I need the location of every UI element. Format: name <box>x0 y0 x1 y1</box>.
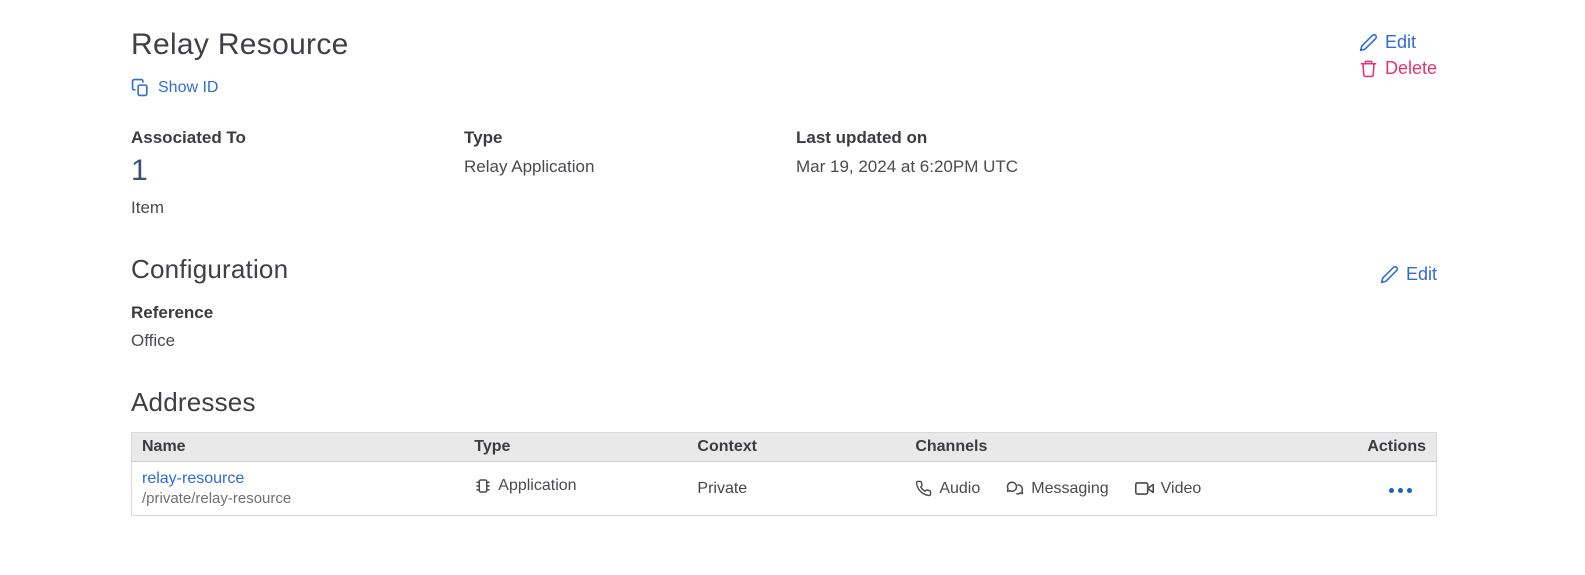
addresses-heading: Addresses <box>131 387 1437 418</box>
column-header-type: Type <box>464 433 687 462</box>
field-label: Type <box>464 128 796 148</box>
addresses-section: Addresses Name Type Context Channels Act… <box>131 387 1437 516</box>
context-cell: Private <box>687 462 905 516</box>
channel-audio: Audio <box>915 480 980 498</box>
addresses-table: Name Type Context Channels Actions relay… <box>131 432 1437 516</box>
reference-label: Reference <box>131 303 1437 323</box>
associated-unit: Item <box>131 198 464 218</box>
edit-configuration-button[interactable]: Edit <box>1380 264 1437 285</box>
address-name-link[interactable]: relay-resource <box>142 470 454 488</box>
configuration-section: Configuration Edit Reference Office <box>131 254 1437 351</box>
page-header: Relay Resource Show ID Edit <box>131 28 1437 102</box>
address-path: /private/relay-resource <box>142 490 454 507</box>
page-title: Relay Resource <box>131 28 349 62</box>
address-context: Private <box>697 480 747 497</box>
show-id-label: Show ID <box>158 79 218 97</box>
column-header-channels: Channels <box>905 433 1250 462</box>
edit-resource-label: Edit <box>1385 32 1416 53</box>
field-last-updated: Last updated on Mar 19, 2024 at 6:20PM U… <box>796 128 1437 218</box>
type-cell: Application <box>464 462 687 516</box>
configuration-header: Configuration Edit <box>131 254 1437 285</box>
field-type: Type Relay Application <box>464 128 796 218</box>
associated-count: 1 <box>131 154 464 188</box>
field-label: Last updated on <box>796 128 1437 148</box>
table-header-row: Name Type Context Channels Actions <box>132 433 1437 462</box>
name-cell: relay-resource /private/relay-resource <box>132 462 465 516</box>
edit-configuration-label: Edit <box>1406 264 1437 285</box>
page-header-left: Relay Resource Show ID <box>131 28 349 102</box>
address-type: Application <box>498 477 576 495</box>
column-header-actions: Actions <box>1250 433 1437 462</box>
edit-resource-button[interactable]: Edit <box>1359 32 1437 53</box>
page-header-actions: Edit Delete <box>1359 28 1437 79</box>
relay-resource-page: Relay Resource Show ID Edit <box>0 0 1585 516</box>
copy-icon <box>131 78 150 97</box>
channel-label: Audio <box>939 480 980 498</box>
pencil-icon <box>1380 265 1399 284</box>
chip-icon <box>474 477 492 495</box>
reference-value: Office <box>131 331 1437 351</box>
column-header-context: Context <box>687 433 905 462</box>
field-value: Relay Application <box>464 157 796 177</box>
actions-cell <box>1250 462 1437 516</box>
configuration-heading: Configuration <box>131 254 288 285</box>
table-row: relay-resource /private/relay-resource <box>132 462 1437 516</box>
pencil-icon <box>1359 33 1378 52</box>
channels-cell: Audio Messaging <box>905 462 1250 516</box>
column-header-name: Name <box>132 433 465 462</box>
delete-resource-button[interactable]: Delete <box>1359 58 1437 79</box>
trash-icon <box>1359 59 1378 78</box>
channel-label: Video <box>1161 480 1202 498</box>
delete-resource-label: Delete <box>1385 58 1437 79</box>
chat-bubbles-icon <box>1006 480 1024 498</box>
phone-icon <box>915 480 932 497</box>
field-associated-to: Associated To 1 Item <box>131 128 464 218</box>
channel-messaging: Messaging <box>1006 480 1108 498</box>
detail-fields: Associated To 1 Item Type Relay Applicat… <box>131 128 1437 218</box>
row-actions-menu-button[interactable] <box>1385 484 1416 497</box>
channel-video: Video <box>1135 479 1202 498</box>
video-camera-icon <box>1135 479 1154 498</box>
field-value: Mar 19, 2024 at 6:20PM UTC <box>796 157 1437 177</box>
channel-label: Messaging <box>1031 480 1108 498</box>
show-id-button[interactable]: Show ID <box>131 78 218 97</box>
field-label: Associated To <box>131 128 464 148</box>
